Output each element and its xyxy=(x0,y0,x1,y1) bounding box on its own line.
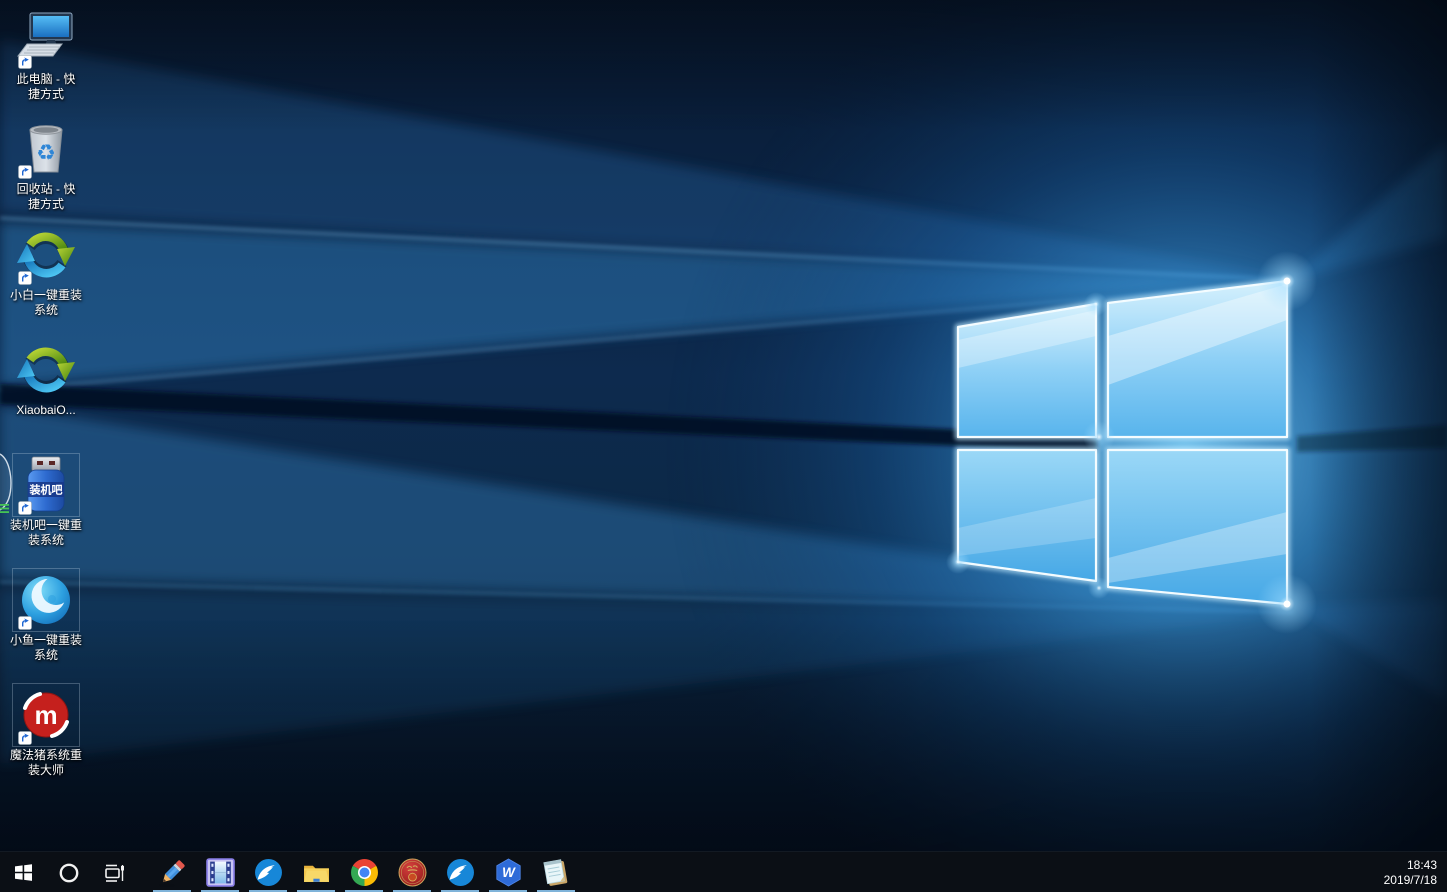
svg-text:装机吧: 装机吧 xyxy=(29,483,63,497)
task-view-button[interactable] xyxy=(92,852,138,892)
taskbar-app-wing[interactable] xyxy=(244,852,292,892)
taskbar-app-notepad[interactable] xyxy=(532,852,580,892)
shortcut-arrow-icon xyxy=(18,731,32,745)
wing-icon xyxy=(254,858,283,887)
taskbar-clock[interactable]: 18:43 2019/7/18 xyxy=(1384,852,1437,892)
icon-label: 此电脑 - 快 捷方式 xyxy=(17,72,76,102)
taskbar-app-ink-pencil[interactable] xyxy=(148,852,196,892)
desktop-icon-this-pc[interactable]: 此电脑 - 快 捷方式 xyxy=(0,8,92,102)
shortcut-arrow-icon xyxy=(18,165,32,179)
shortcut-arrow-icon xyxy=(18,271,32,285)
icon-label: 装机吧一键重 装系统 xyxy=(10,518,82,548)
desktop-icon-xiaobai-exe[interactable]: XiaobaiO... xyxy=(0,339,92,418)
icon-label: 魔法猪系统重 装大师 xyxy=(10,748,82,778)
clock-time: 18:43 xyxy=(1407,858,1437,873)
svg-text:m: m xyxy=(34,700,57,730)
taskbar: W 18:43 201 xyxy=(0,851,1447,892)
svg-text:♻: ♻ xyxy=(36,141,56,166)
folder-icon xyxy=(302,858,331,887)
icon-label: 回收站 - 快 捷方式 xyxy=(17,182,76,212)
sync-arrows-icon xyxy=(15,339,77,401)
red-round-icon xyxy=(398,858,427,887)
desktop-icon-xiaobai[interactable]: 小白一键重装 系统 xyxy=(0,224,92,318)
icon-label: XiaobaiO... xyxy=(16,403,75,418)
taskbar-app-chrome[interactable] xyxy=(340,852,388,892)
film-strip-icon xyxy=(206,858,235,887)
svg-text:W: W xyxy=(502,865,516,880)
taskbar-app-wps[interactable]: W xyxy=(484,852,532,892)
start-button[interactable] xyxy=(0,852,46,892)
shortcut-arrow-icon xyxy=(18,616,32,630)
desktop-icon-xiaoyu[interactable]: 小鱼一键重装 系统 xyxy=(0,569,92,663)
windows-hero-wallpaper xyxy=(0,0,1447,892)
search-circle-icon xyxy=(57,861,81,885)
wps-hexagon-icon: W xyxy=(494,858,523,887)
task-view-icon xyxy=(103,861,127,885)
icon-label: 小白一键重装 系统 xyxy=(10,288,82,318)
taskbar-app-video-player[interactable] xyxy=(196,852,244,892)
desktop-icon-recycle-bin[interactable]: ♻ 回收站 - 快 捷方式 xyxy=(0,118,92,212)
wing-icon xyxy=(446,858,475,887)
desktop: 此电脑 - 快 捷方式 ♻ 回收站 - 快 捷方式 xyxy=(0,0,1447,892)
desktop-icon-mofazhu[interactable]: m 魔法猪系统重 装大师 xyxy=(0,684,92,778)
cortana-search-button[interactable] xyxy=(46,852,92,892)
windows-logo-icon xyxy=(15,864,32,881)
taskbar-app-wing-2[interactable] xyxy=(436,852,484,892)
desktop-icon-zhuangjiba[interactable]: 装机吧 装机吧一键重 装系统 xyxy=(0,454,92,548)
chrome-icon xyxy=(350,858,379,887)
notepad-icon xyxy=(541,858,571,888)
shortcut-arrow-icon xyxy=(18,55,32,69)
clock-date: 2019/7/18 xyxy=(1384,873,1437,888)
taskbar-app-file-explorer[interactable] xyxy=(292,852,340,892)
pencil-icon xyxy=(157,858,187,888)
shortcut-arrow-icon xyxy=(18,501,32,515)
taskbar-app-red-round[interactable] xyxy=(388,852,436,892)
icon-label: 小鱼一键重装 系统 xyxy=(10,633,82,663)
